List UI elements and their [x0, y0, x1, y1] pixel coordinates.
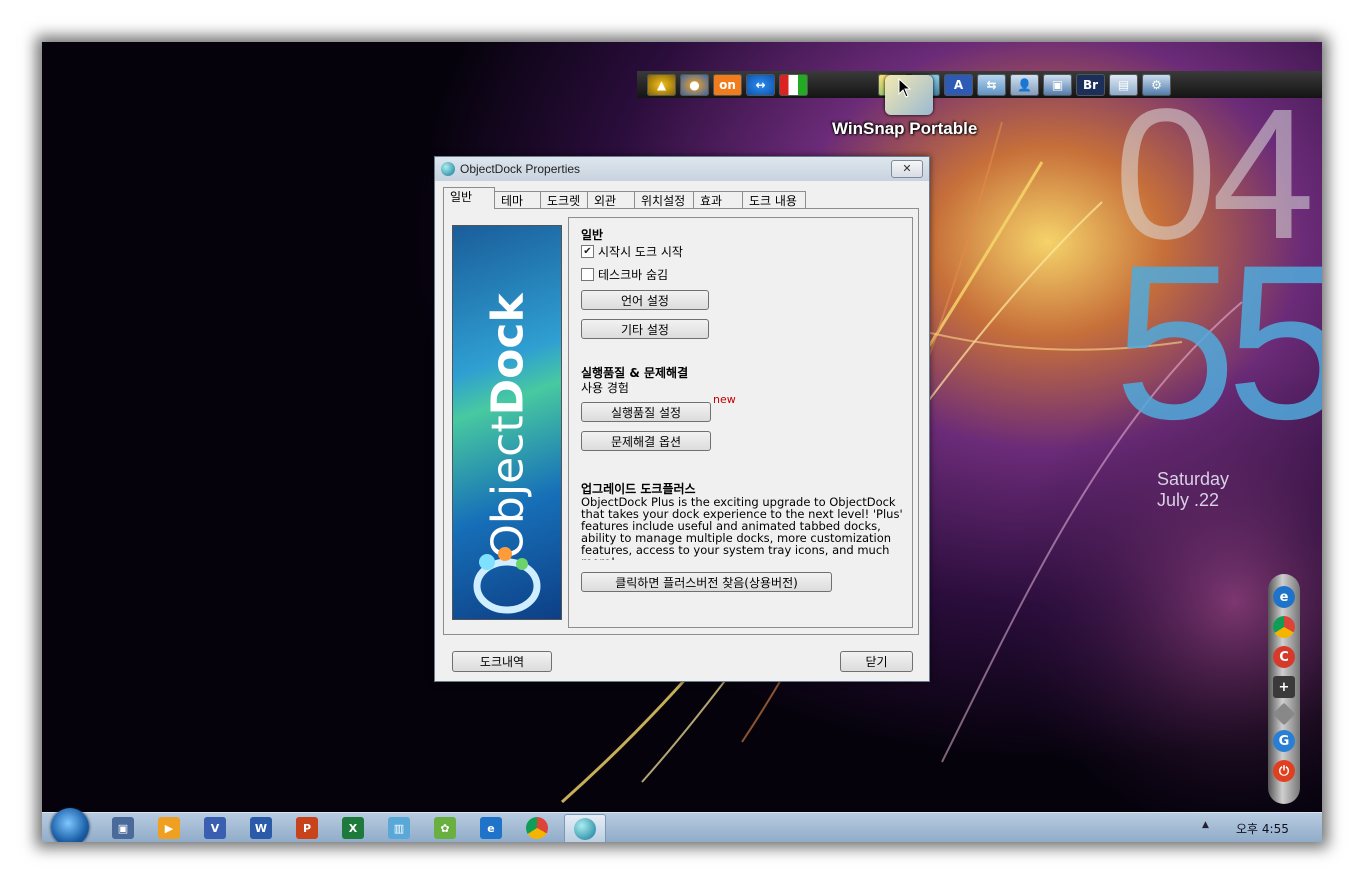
word-icon[interactable]: W: [250, 817, 272, 839]
general-heading: 일반: [581, 228, 604, 242]
tab-general[interactable]: 일반: [443, 187, 495, 209]
frog-icon[interactable]: ✿: [434, 817, 456, 839]
br-icon[interactable]: Br: [1076, 73, 1105, 96]
teamviewer-icon[interactable]: ↔: [746, 73, 775, 96]
tab-docklet[interactable]: 도크렛: [540, 191, 588, 209]
chrome-icon[interactable]: [1273, 616, 1295, 638]
ie-icon[interactable]: e: [1273, 586, 1295, 608]
hide-taskbar-checkbox[interactable]: [581, 268, 594, 281]
hide-taskbar-row[interactable]: 테스크바 숨김: [581, 266, 668, 283]
archive-icon[interactable]: ▥: [388, 817, 410, 839]
eon-icon[interactable]: on: [713, 73, 742, 96]
chrome-icon[interactable]: [526, 817, 548, 839]
objectdock-banner: ObjectDock: [452, 225, 562, 620]
taskbar-objectdock-button[interactable]: [564, 814, 606, 842]
computer-icon[interactable]: ▣: [1043, 73, 1072, 96]
new-badge: new: [713, 393, 736, 406]
objectdock-properties-dialog: ObjectDock Properties ✕ 일반 테마 도크렛 외관 위치설…: [434, 156, 930, 682]
user-icon[interactable]: 👤: [1010, 73, 1039, 96]
explorer-icon[interactable]: ▤: [1109, 73, 1138, 96]
visio-icon[interactable]: V: [204, 817, 226, 839]
network-icon[interactable]: ⇆: [977, 73, 1006, 96]
diamond-icon[interactable]: [1272, 702, 1296, 726]
tray-expand-icon[interactable]: ▲: [1202, 820, 1209, 830]
tab-panel-general: ObjectDock 일반 ✔ 시작시 도크 시작 테스크바 숨김 언어 설정 …: [443, 208, 919, 635]
upgrade-description: ObjectDock Plus is the exciting upgrade …: [581, 496, 903, 560]
daum-potplayer-icon[interactable]: ▲: [647, 73, 676, 96]
media-player-icon[interactable]: ▶: [158, 817, 180, 839]
start-on-boot-checkbox[interactable]: ✔: [581, 245, 594, 258]
tab-strip: 일반 테마 도크렛 외관 위치설정 효과 도크 내용: [443, 187, 806, 209]
ie-icon[interactable]: e: [480, 817, 502, 839]
power-icon[interactable]: ⏻: [1273, 760, 1295, 782]
monitor-icon[interactable]: +: [1273, 676, 1295, 698]
excel-icon[interactable]: X: [342, 817, 364, 839]
objectdock-icon: [441, 162, 455, 176]
troubleshoot-options-button[interactable]: 문제해결 옵션: [581, 431, 711, 451]
bandizip-icon[interactable]: [779, 73, 808, 96]
objectdock-logo-icon: [473, 547, 541, 614]
settings-icon[interactable]: ⚙: [1142, 73, 1171, 96]
clock-day: Saturday: [1157, 469, 1230, 489]
browser-icon[interactable]: G: [1273, 730, 1295, 752]
dock-tooltip: WinSnap Portable: [832, 119, 978, 138]
dialog-title: ObjectDock Properties: [460, 162, 581, 176]
network-icon[interactable]: ▣: [112, 817, 134, 839]
a-icon[interactable]: A: [944, 73, 973, 96]
close-icon[interactable]: ✕: [891, 160, 923, 178]
clock-minute: 55: [1114, 219, 1322, 465]
clock-date: July .22: [1157, 490, 1220, 510]
desktop: 04 55 Saturday July .22 ▲ ● on ↔ ✎ ▮ A ⇆…: [42, 42, 1322, 842]
start-button[interactable]: [51, 808, 89, 842]
powerpoint-icon[interactable]: P: [296, 817, 318, 839]
tab-effects[interactable]: 효과: [693, 191, 743, 209]
winsnap-spacer-icon: [845, 74, 874, 96]
mouse-cursor-icon: [898, 78, 912, 98]
general-settings-box: 일반 ✔ 시작시 도크 시작 테스크바 숨김 언어 설정 기타 설정 실행품질 …: [568, 217, 913, 628]
objectdock-icon: [574, 818, 596, 840]
upgrade-heading: 업그레이드 도크플러스: [581, 482, 696, 496]
quality-settings-button[interactable]: 실행품질 설정: [581, 402, 711, 422]
close-button[interactable]: 닫기: [840, 651, 913, 672]
tab-position[interactable]: 위치설정: [634, 191, 694, 209]
quality-subheading: 사용 경험: [581, 381, 629, 395]
top-dock: ▲ ● on ↔ ✎ ▮ A ⇆ 👤 ▣ Br ▤ ⚙: [637, 71, 1322, 98]
find-plus-version-button[interactable]: 클릭하면 플러스버전 찾음(상용버전): [581, 572, 832, 592]
hide-taskbar-label: 테스크바 숨김: [598, 268, 669, 282]
winsnap-spacer-icon: [812, 74, 841, 96]
tab-theme[interactable]: 테마: [494, 191, 541, 209]
start-on-boot-row[interactable]: ✔ 시작시 도크 시작: [581, 243, 683, 260]
language-settings-button[interactable]: 언어 설정: [581, 290, 709, 310]
ccleaner-icon[interactable]: C: [1273, 646, 1295, 668]
banner-logo-text: ObjectDock: [482, 293, 534, 559]
other-settings-button[interactable]: 기타 설정: [581, 319, 709, 339]
tab-dock-contents[interactable]: 도크 내용: [742, 191, 806, 209]
dialog-titlebar[interactable]: ObjectDock Properties ✕: [435, 157, 929, 181]
taskbar: ▣ ▶ V W P X ▥ ✿ e ▲ 오후 4:55: [42, 808, 1322, 842]
start-on-boot-label: 시작시 도크 시작: [598, 245, 683, 259]
firefox-icon[interactable]: ●: [680, 73, 709, 96]
dock-history-button[interactable]: 도크내역: [452, 651, 552, 672]
taskbar-clock[interactable]: 오후 4:55: [1236, 820, 1289, 837]
tab-appearance[interactable]: 외관: [587, 191, 635, 209]
side-dock: e C + G ⏻: [1268, 574, 1300, 804]
